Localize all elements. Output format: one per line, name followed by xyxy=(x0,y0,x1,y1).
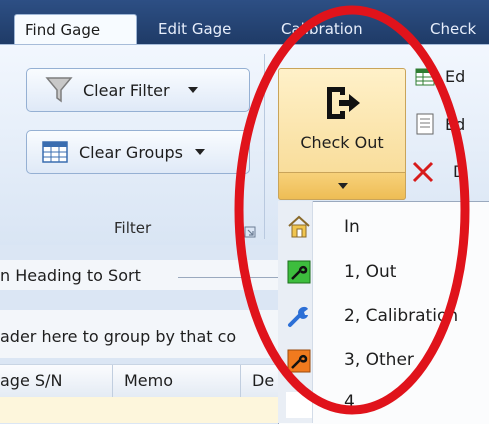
delete-command[interactable]: D xyxy=(453,162,465,181)
blank-icon xyxy=(286,392,312,418)
edit-command-1[interactable]: Ed xyxy=(445,67,465,86)
filter-group-label: Filter xyxy=(114,219,152,237)
clear-groups-button[interactable]: Clear Groups xyxy=(26,130,250,174)
check-out-dropdown-arrow[interactable] xyxy=(278,172,406,200)
sort-hint-text: n Heading to Sort xyxy=(0,266,141,285)
chevron-down-icon xyxy=(338,183,348,189)
menu-item-4-label: 4 xyxy=(344,392,355,412)
document-edit-icon xyxy=(416,113,434,135)
menu-item-out-label: 1, Out xyxy=(344,262,397,282)
menu-item-calibration-label: 2, Calibration xyxy=(344,306,459,326)
grid-icon xyxy=(42,141,68,163)
dialog-launcher-icon[interactable] xyxy=(244,226,256,238)
house-icon xyxy=(288,215,310,238)
tab-find-gage[interactable]: Find Gage xyxy=(14,14,137,44)
column-divider xyxy=(112,365,113,397)
tab-calibration[interactable]: Calibration xyxy=(271,14,403,44)
table-row[interactable] xyxy=(0,397,278,423)
group-by-hint: ader here to group by that co xyxy=(0,327,237,346)
exit-door-icon xyxy=(327,87,360,119)
out-green-icon xyxy=(287,260,311,284)
column-divider xyxy=(240,365,241,397)
chevron-down-icon xyxy=(187,87,198,93)
funnel-icon xyxy=(45,77,73,103)
column-header-serial[interactable]: age S/N xyxy=(0,371,62,390)
column-header-memo[interactable]: Memo xyxy=(124,371,173,390)
menu-item-other-label: 3, Other xyxy=(344,350,414,370)
out-orange-icon xyxy=(287,349,311,373)
delete-x-icon xyxy=(412,161,434,183)
wrench-icon xyxy=(288,306,308,327)
clear-groups-label: Clear Groups xyxy=(79,142,183,162)
clear-filter-label: Clear Filter xyxy=(83,80,170,100)
chevron-down-icon xyxy=(194,149,205,155)
clear-filter-button[interactable]: Clear Filter xyxy=(26,68,250,112)
column-header-de[interactable]: De xyxy=(252,371,274,390)
sort-hint-divider xyxy=(178,277,278,278)
tab-check[interactable]: Check xyxy=(420,14,489,44)
edit-command-2[interactable]: Ed xyxy=(445,115,465,134)
tab-edit-gage[interactable]: Edit Gage xyxy=(148,14,260,44)
group-separator xyxy=(264,54,265,239)
menu-item-in-label: In xyxy=(344,217,360,237)
table-edit-icon xyxy=(415,68,435,86)
check-out-label: Check Out xyxy=(300,133,384,152)
